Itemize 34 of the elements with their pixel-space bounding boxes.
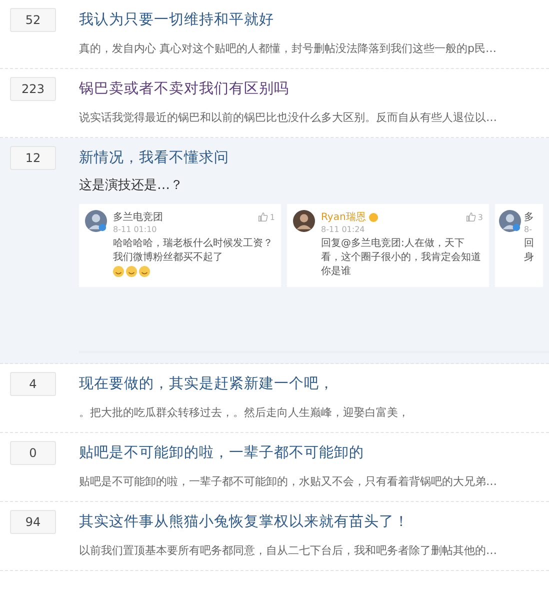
thread-excerpt: 贴吧是不可能卸的啦，一辈子都不可能卸的，水贴又不会，只有看着背锅吧的大兄弟… — [79, 474, 498, 490]
comment-text: 回复@多兰电竞团:人在做，天下看，这个圈子很小的，我肯定会知道你是谁 — [321, 237, 482, 279]
comment-username: 多兰电竞团 — [113, 210, 163, 224]
avatar-icon — [85, 210, 107, 232]
reply-count: 4 — [10, 372, 56, 396]
thread-title-link[interactable]: 新情况，我看不懂求问 — [79, 146, 549, 170]
thread-title-link[interactable]: 我认为只要一切维持和平就好 — [79, 8, 549, 32]
comment-time: 8- — [524, 225, 533, 234]
comment-time: 8-11 01:10 — [113, 225, 158, 234]
thread-excerpt: 说实话我觉得最近的锅巴和以前的锅巴比也没什么多大区别。反而自从有些人退位以… — [79, 110, 498, 126]
comment-text: 回身 — [524, 237, 534, 265]
thread-body: 这是演技还是…？ — [79, 177, 184, 195]
reply-count: 0 — [10, 441, 56, 465]
thread-title-link[interactable]: 贴吧是不可能卸的啦，一辈子都不可能卸的 — [79, 441, 549, 465]
thumbs-up-icon[interactable] — [466, 212, 476, 222]
comment-username: 多 — [524, 211, 534, 224]
reply-count: 12 — [10, 146, 56, 170]
like-count: 1 — [270, 212, 275, 222]
like-count: 3 — [478, 212, 483, 222]
comment-time: 8-11 01:24 — [321, 225, 366, 234]
thread-excerpt: 真的，发自内心 真心对这个贴吧的人都懂，封号删帖没法降落到我们这些一般的p民… — [79, 41, 498, 57]
avatar-icon — [499, 210, 521, 232]
thread-excerpt: 。把大批的吃瓜群众转移过去，。然后走向人生巅峰，迎娶白富美， — [79, 405, 410, 421]
thread-title-link[interactable]: 其实这件事从熊猫小兔恢复掌权以来就有苗头了！ — [79, 510, 549, 534]
thread-title-link[interactable]: 锅巴卖或者不卖对我们有区别吗 — [79, 77, 549, 101]
reply-count: 52 — [10, 8, 56, 32]
avatar-icon — [293, 210, 315, 232]
thread-excerpt: 以前我们置顶基本要所有吧务都同意，自从二七下台后，我和吧务者除了删帖其他的… — [79, 543, 498, 559]
thread-title-link[interactable]: 现在要做的，其实是赶紧新建一个吧， — [79, 372, 549, 396]
comment-username: Ryan瑞恩 — [321, 210, 366, 224]
reply-count: 223 — [10, 77, 56, 101]
comment-text: 哈哈哈哈，瑞老板什么时候发工资？我们微博粉丝都买不起了 — [113, 237, 274, 265]
thumbs-up-icon[interactable] — [258, 212, 268, 222]
reply-count: 94 — [10, 510, 56, 534]
